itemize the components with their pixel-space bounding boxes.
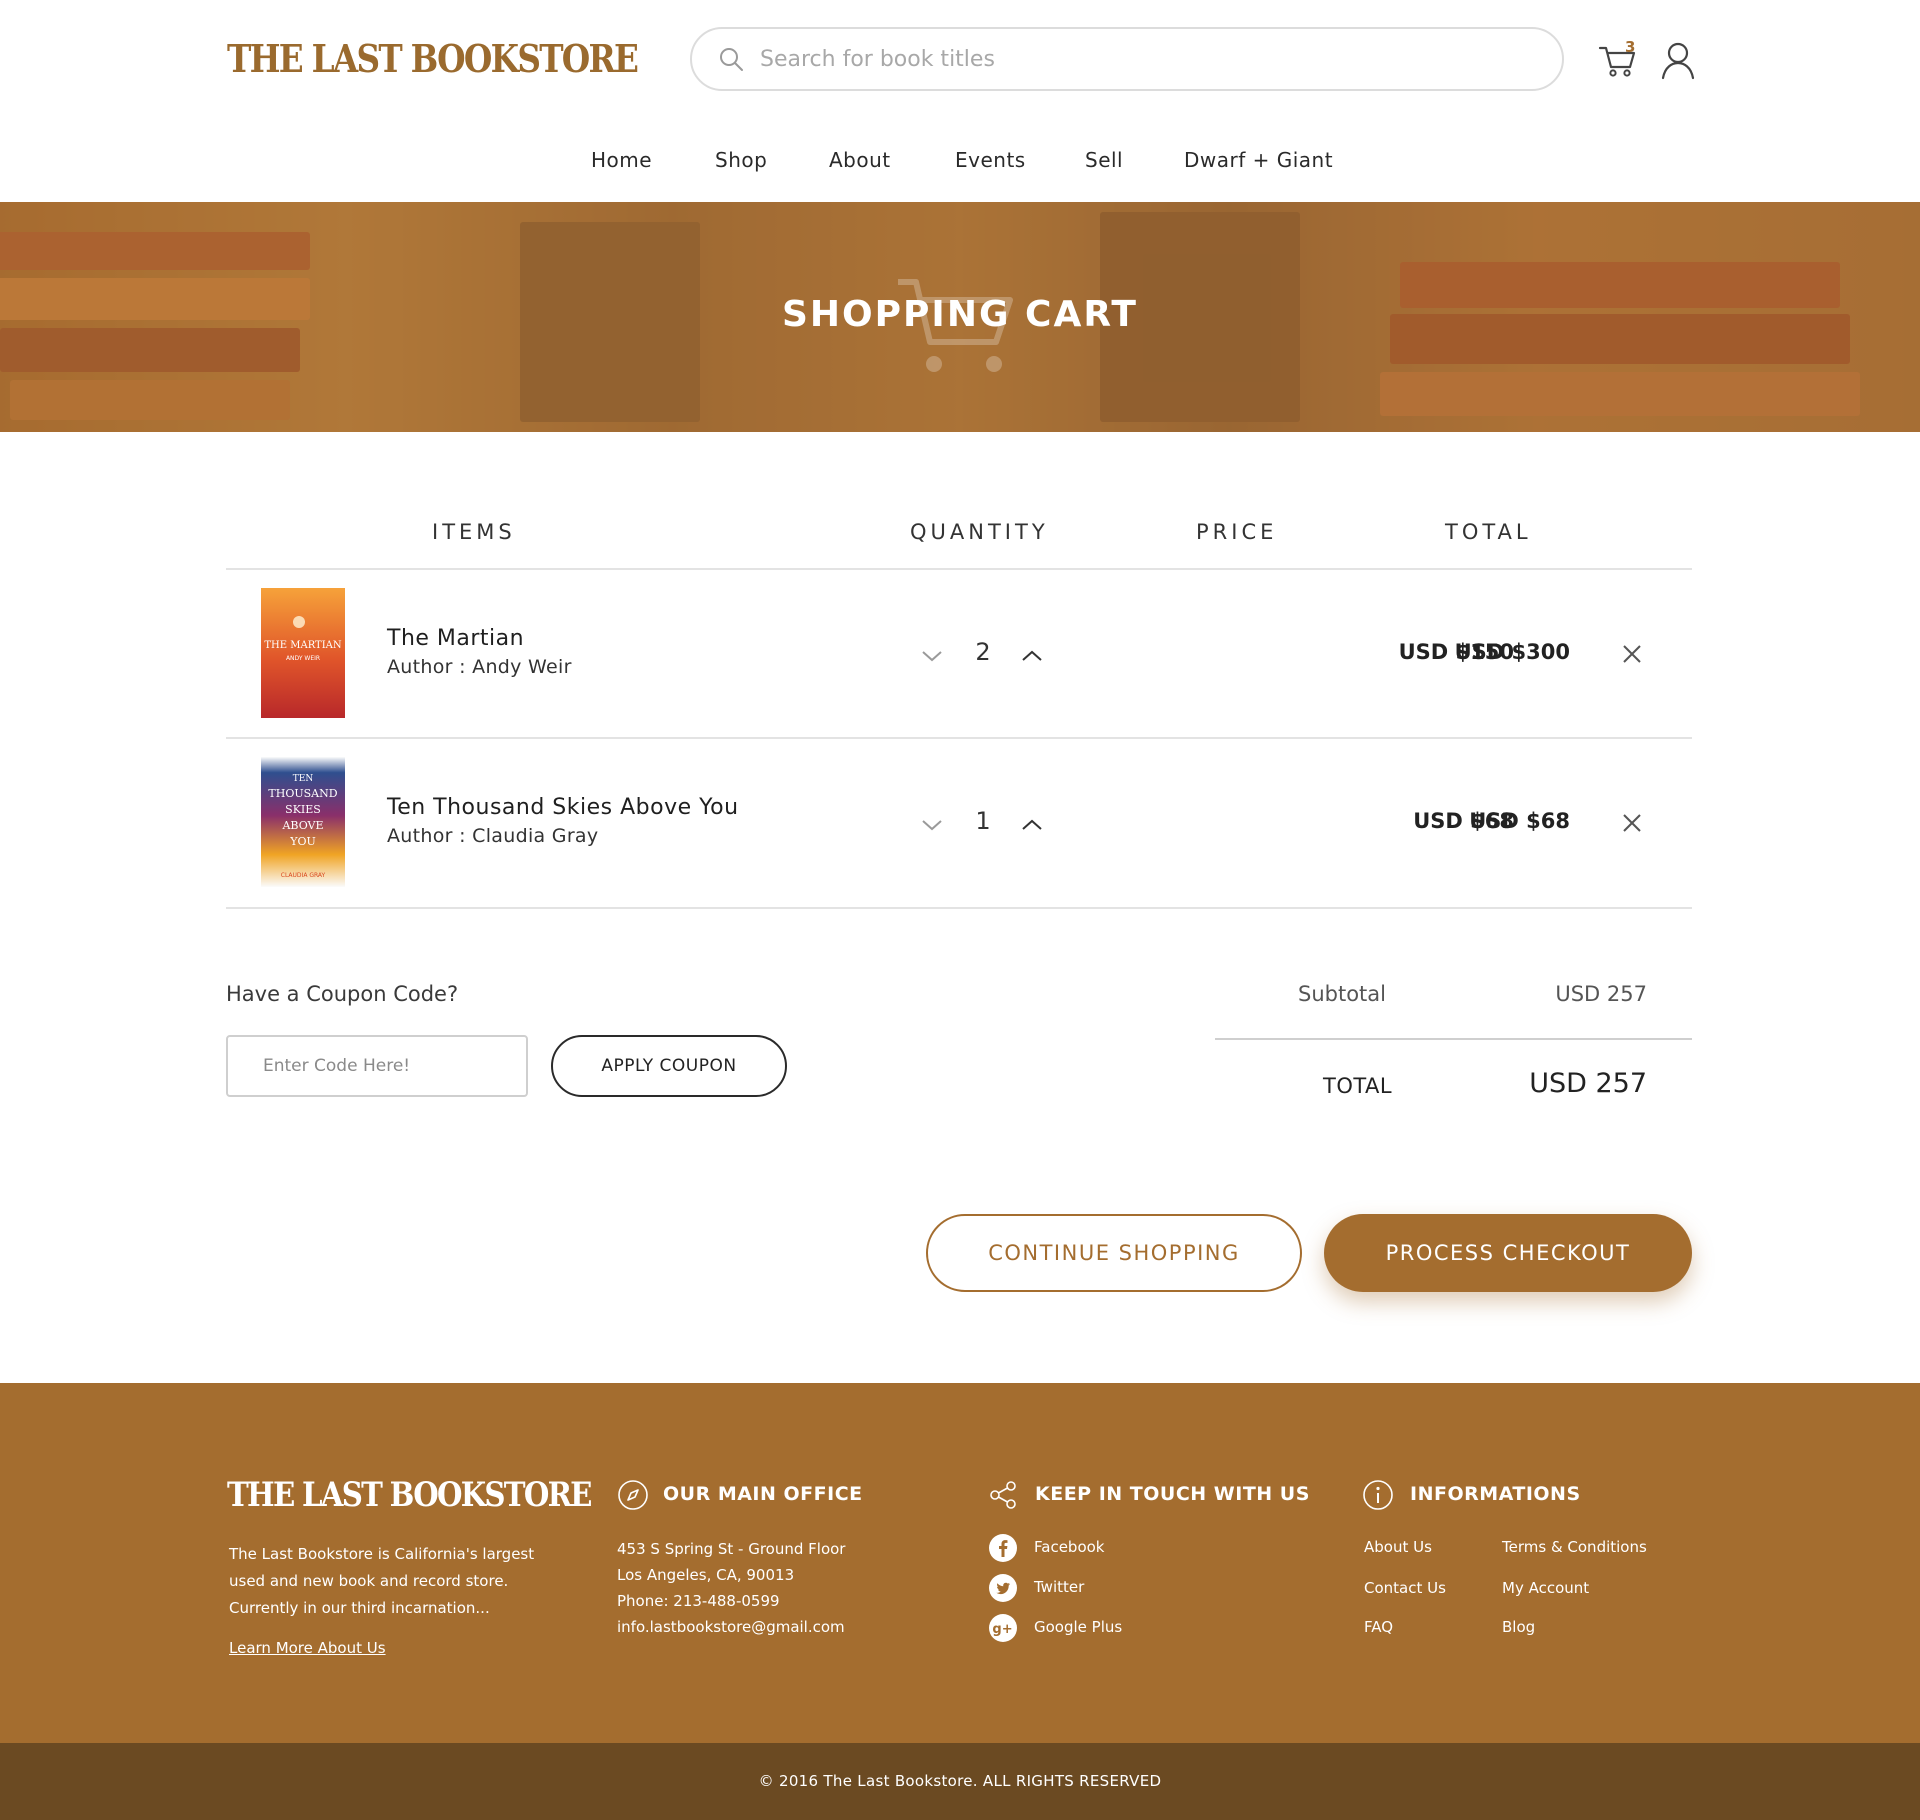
cover-author: CLAUDIA GRAY (281, 872, 326, 879)
footer-link-blog[interactable]: Blog (1502, 1618, 1535, 1636)
search-icon (720, 48, 743, 71)
book-cover-image: TEN THOUSAND SKIES ABOVE YOU CLAUDIA GRA… (261, 757, 345, 887)
divider (226, 907, 1692, 909)
office-heading: OUR MAIN OFFICE (663, 1483, 863, 1505)
cover-text-line: YOU (289, 835, 316, 848)
social-heading: KEEP IN TOUCH WITH US (1035, 1483, 1310, 1505)
cover-title: THE MARTIAN (264, 640, 342, 651)
quantity-decrease-icon[interactable] (920, 648, 944, 664)
nav-about[interactable]: About (829, 148, 891, 172)
main-nav: Home Shop About Events Sell Dwarf + Gian… (0, 120, 1920, 202)
cart-row: THE MARTIAN ANDY WEIR The Martian Author… (226, 570, 1692, 738)
twitter-link[interactable]: Twitter (1034, 1578, 1084, 1596)
page-title: SHOPPING CART (782, 294, 1138, 335)
info-icon (1363, 1480, 1393, 1510)
learn-more-link[interactable]: Learn More About Us (229, 1639, 386, 1657)
footer-link-contact-us[interactable]: Contact Us (1364, 1579, 1446, 1597)
cover-text-line: THOUSAND (268, 787, 337, 800)
search-input[interactable] (760, 39, 1520, 79)
item-title[interactable]: Ten Thousand Skies Above You (387, 795, 739, 820)
twitter-icon[interactable] (989, 1574, 1017, 1602)
google-plus-icon[interactable]: g+ (989, 1614, 1017, 1642)
cart-count-badge: 3 (1625, 38, 1636, 56)
apply-coupon-button[interactable]: APPLY COUPON (551, 1035, 787, 1097)
office-city-line: Los Angeles, CA, 90013 (617, 1566, 795, 1584)
informations-heading: INFORMATIONS (1410, 1483, 1581, 1505)
cover-author: ANDY WEIR (286, 655, 320, 662)
copyright-text: © 2016 The Last Bookstore. ALL RIGHTS RE… (758, 1772, 1162, 1790)
column-header-items: ITEMS (432, 520, 516, 544)
top-header: THE LAST BOOKSTORE 3 (0, 0, 1920, 120)
footer-about-text: The Last Bookstore is California's large… (229, 1545, 535, 1617)
cart-row: TEN THOUSAND SKIES ABOVE YOU CLAUDIA GRA… (226, 739, 1692, 907)
column-header-quantity: QUANTITY (910, 520, 1049, 544)
logo[interactable]: THE LAST BOOKSTORE (227, 36, 639, 81)
item-total: USD $68 (1469, 809, 1570, 833)
nav-home[interactable]: Home (591, 148, 652, 172)
item-author: Author : Andy Weir (387, 656, 572, 678)
share-icon (990, 1481, 1016, 1509)
copyright-bar: © 2016 The Last Bookstore. ALL RIGHTS RE… (0, 1743, 1920, 1820)
google-plus-link[interactable]: Google Plus (1034, 1618, 1122, 1636)
coupon-code-input[interactable] (226, 1035, 528, 1097)
quantity-increase-icon[interactable] (1020, 817, 1044, 833)
subtotal-label: Subtotal (1298, 982, 1386, 1006)
hero-banner: SHOPPING CART (0, 202, 1920, 432)
total-value: USD 257 (1529, 1068, 1647, 1099)
summary-divider (1215, 1038, 1692, 1040)
search-bar[interactable] (690, 27, 1564, 91)
item-total: USD $300 (1454, 640, 1570, 664)
footer-logo[interactable]: THE LAST BOOKSTORE (227, 1475, 592, 1515)
office-phone-line: Phone: 213-488-0599 (617, 1592, 780, 1610)
nav-dwarf-giant[interactable]: Dwarf + Giant (1184, 148, 1333, 172)
item-author: Author : Claudia Gray (387, 825, 599, 847)
office-email-line[interactable]: info.lastbookstore@gmail.com (617, 1618, 845, 1636)
book-cover-the-martian[interactable]: THE MARTIAN ANDY WEIR (261, 588, 345, 718)
user-icon[interactable] (1660, 40, 1696, 80)
footer-link-my-account[interactable]: My Account (1502, 1579, 1589, 1597)
book-cover-ten-thousand-skies[interactable]: TEN THOUSAND SKIES ABOVE YOU CLAUDIA GRA… (261, 757, 345, 887)
cover-text-line: SKIES (285, 803, 321, 816)
subtotal-value: USD 257 (1555, 982, 1647, 1006)
coupon-label: Have a Coupon Code? (226, 982, 459, 1006)
quantity-increase-icon[interactable] (1020, 648, 1044, 664)
nav-sell[interactable]: Sell (1085, 148, 1123, 172)
cover-text-line: TEN (293, 774, 314, 784)
total-label: TOTAL (1323, 1074, 1393, 1098)
continue-shopping-button[interactable]: CONTINUE SHOPPING (926, 1214, 1302, 1292)
cover-text-line: ABOVE (281, 819, 323, 832)
remove-item-icon[interactable] (1621, 643, 1643, 665)
item-title[interactable]: The Martian (387, 626, 524, 651)
footer-link-faq[interactable]: FAQ (1364, 1618, 1393, 1636)
svg-text:g+: g+ (992, 1622, 1012, 1637)
footer-link-about-us[interactable]: About Us (1364, 1538, 1432, 1556)
facebook-icon[interactable] (989, 1534, 1017, 1562)
nav-events[interactable]: Events (955, 148, 1026, 172)
footer-link-terms[interactable]: Terms & Conditions (1502, 1538, 1647, 1556)
quantity-value: 2 (975, 638, 991, 666)
column-header-price: PRICE (1196, 520, 1278, 544)
book-cover-image: THE MARTIAN ANDY WEIR (261, 588, 345, 718)
quantity-value: 1 (975, 807, 991, 835)
column-header-total: TOTAL (1445, 520, 1532, 544)
nav-shop[interactable]: Shop (715, 148, 767, 172)
facebook-link[interactable]: Facebook (1034, 1538, 1104, 1556)
process-checkout-button[interactable]: PROCESS CHECKOUT (1324, 1214, 1692, 1292)
remove-item-icon[interactable] (1621, 812, 1643, 834)
office-address-line: 453 S Spring St - Ground Floor (617, 1540, 846, 1558)
compass-icon (618, 1480, 648, 1510)
footer: THE LAST BOOKSTORE The Last Bookstore is… (0, 1383, 1920, 1743)
quantity-decrease-icon[interactable] (920, 817, 944, 833)
